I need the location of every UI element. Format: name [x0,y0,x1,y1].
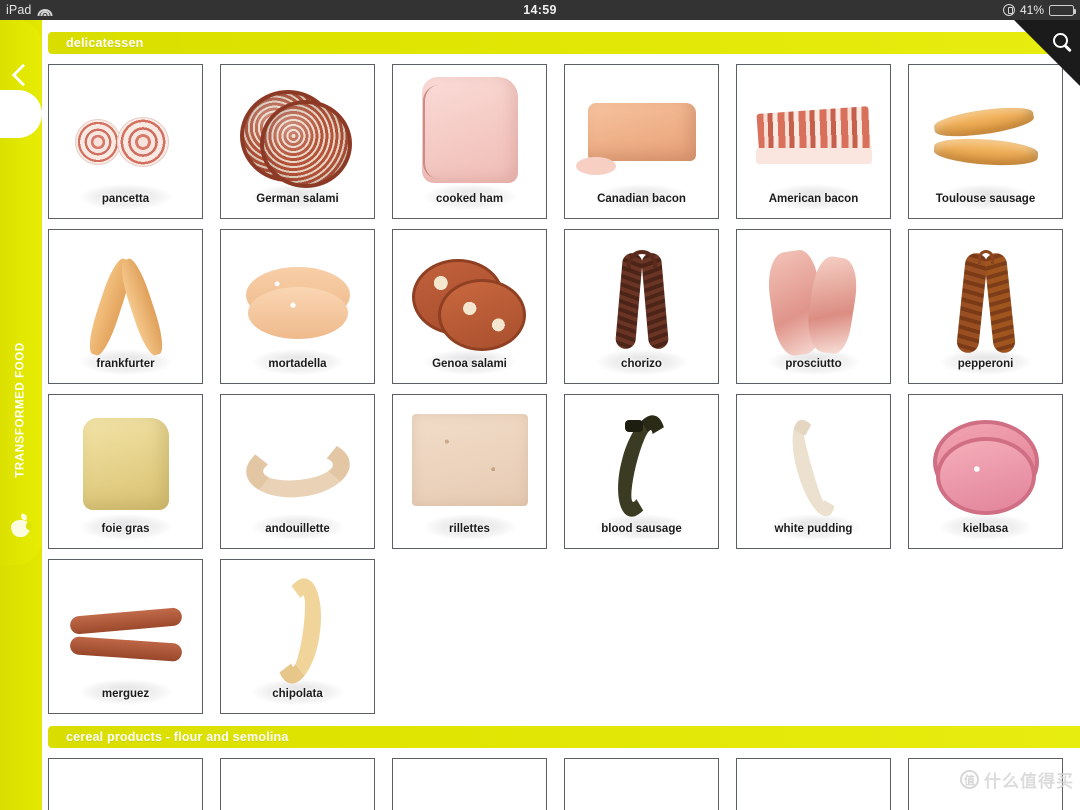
food-card[interactable]: Toulouse sausage [908,64,1063,219]
food-card[interactable] [564,758,719,810]
main-content: delicatessen pancetta German salami cooked … [42,20,1080,810]
item-illustration [565,759,718,810]
watermark-badge: 值 [960,770,979,789]
food-card[interactable]: andouillette [220,394,375,549]
food-card-label: pancetta [101,193,150,205]
food-card[interactable]: rillettes [392,394,547,549]
food-card[interactable] [220,758,375,810]
food-card[interactable]: cooked ham [392,64,547,219]
battery-icon [1049,4,1077,16]
sections-container: delicatessen pancetta German salami cooked … [42,32,1080,810]
food-card[interactable]: frankfurter [48,229,203,384]
battery-percent-label: 41% [1019,3,1044,17]
item-illustration [393,759,546,810]
food-card-label: Genoa salami [432,358,507,370]
food-card-label: prosciutto [785,358,842,370]
food-card[interactable]: pepperoni [908,229,1063,384]
food-card-label: cooked ham [435,193,504,205]
food-card-label: white pudding [774,523,853,535]
status-bar-clock: 14:59 [523,3,557,17]
food-card-label: Canadian bacon [597,193,686,205]
food-card-label: frankfurter [96,358,155,370]
food-card[interactable]: prosciutto [736,229,891,384]
food-card[interactable] [736,758,891,810]
sidebar: TRANSFORMED FOOD [0,20,42,810]
section-header: cereal products - flour and semolina [48,726,1080,748]
food-card[interactable]: foie gras [48,394,203,549]
food-card-label: kielbasa [962,523,1009,535]
section-title: cereal products - flour and semolina [66,730,289,744]
food-card-label: andouillette [265,523,330,535]
food-card-label: pepperoni [957,358,1014,370]
item-illustration [737,759,890,810]
food-card[interactable]: blood sausage [564,394,719,549]
food-card[interactable] [48,758,203,810]
food-card[interactable]: kielbasa [908,394,1063,549]
food-card[interactable]: chorizo [564,229,719,384]
food-card[interactable]: American bacon [736,64,891,219]
rotation-lock-icon [1002,4,1015,16]
status-bar: iPad 14:59 41% [0,0,1080,20]
status-bar-right: 41% [1002,3,1080,17]
food-card[interactable]: merguez [48,559,203,714]
back-button[interactable] [10,65,30,85]
food-card-label: mortadella [268,358,327,370]
food-card[interactable]: Genoa salami [392,229,547,384]
food-card-label: blood sausage [601,523,682,535]
item-illustration [49,759,202,810]
food-card-label: Toulouse sausage [935,193,1036,205]
food-card-label: rillettes [449,523,490,535]
item-illustration [221,759,374,810]
food-card-label: chipolata [272,688,323,700]
search-corner-ribbon [1014,20,1080,86]
food-card[interactable]: chipolata [220,559,375,714]
watermark-text: 什么值得买 [984,772,1074,791]
section-title: delicatessen [66,36,144,50]
food-card-label: German salami [256,193,339,205]
food-card[interactable]: pancetta [48,64,203,219]
search-button[interactable] [1014,20,1080,86]
food-card[interactable]: mortadella [220,229,375,384]
section-header: delicatessen [48,32,1080,54]
food-card-label: chorizo [621,358,662,370]
food-card-label: merguez [101,688,150,700]
food-card-label: foie gras [101,523,150,535]
apple-logo-icon [11,513,32,537]
sidebar-category-label: TRANSFORMED FOOD [0,320,42,500]
food-grid [42,748,1080,810]
food-card[interactable]: white pudding [736,394,891,549]
food-grid: pancetta German salami cooked ham Canadian … [42,54,1080,714]
search-icon [1053,33,1068,48]
watermark: 值 什么值得买 [960,767,1074,792]
sidebar-category-text: TRANSFORMED FOOD [15,342,27,478]
food-card[interactable]: German salami [220,64,375,219]
food-card[interactable]: Canadian bacon [564,64,719,219]
food-card[interactable] [392,758,547,810]
food-card-label: American bacon [768,193,859,205]
